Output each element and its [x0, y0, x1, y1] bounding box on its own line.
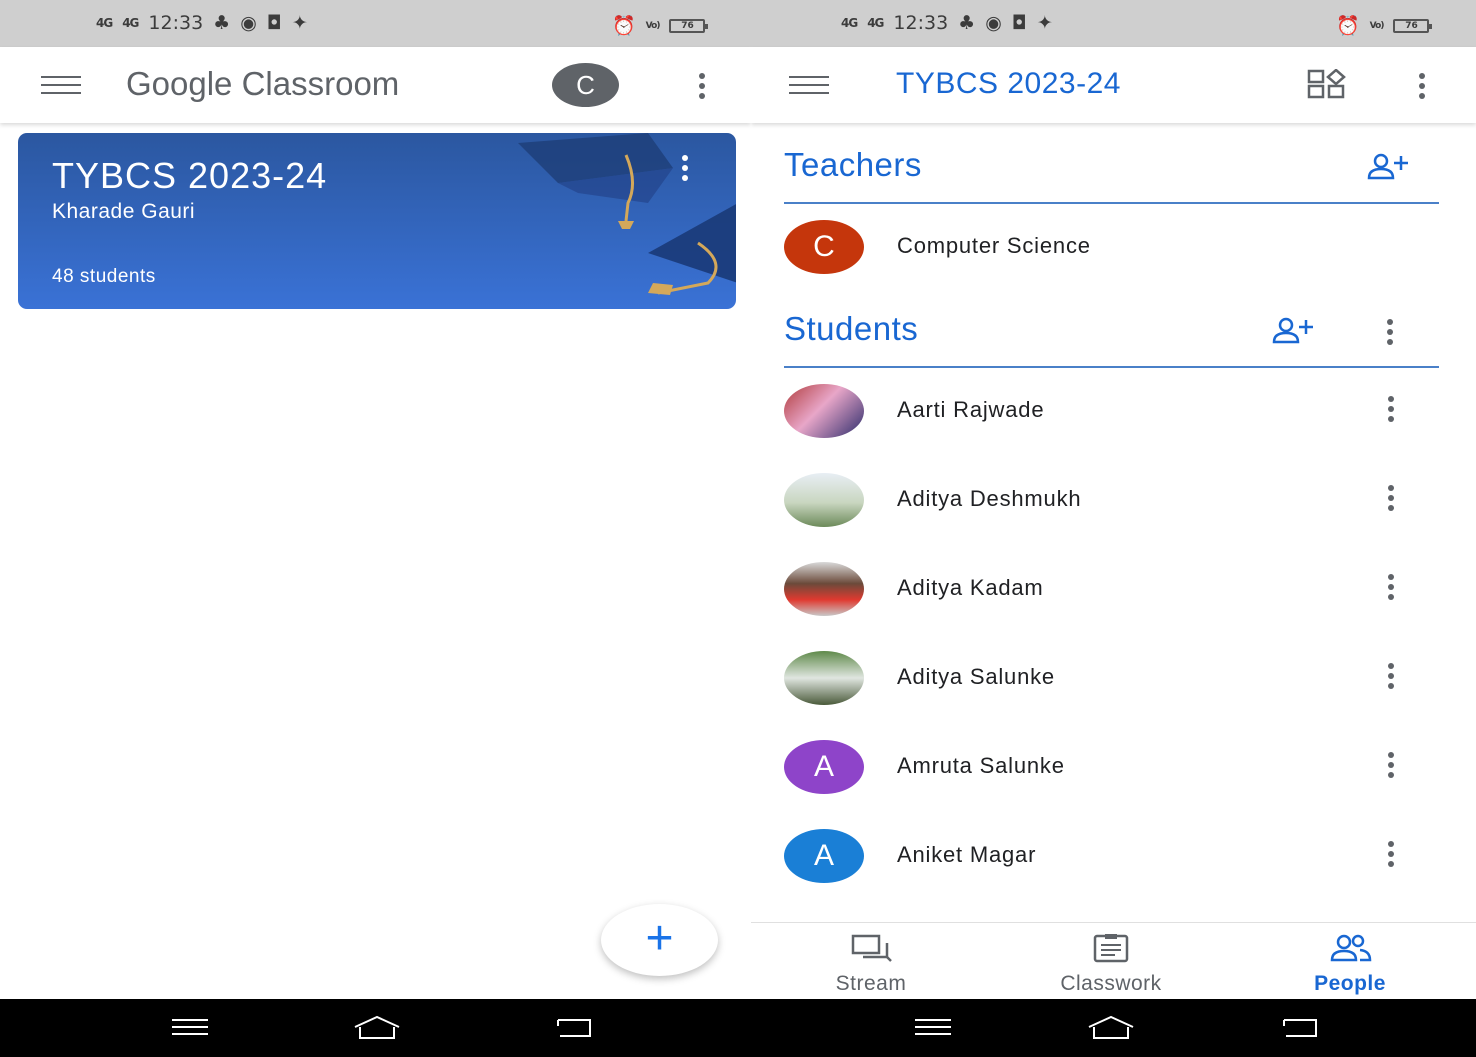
- instagram-icon: ◘: [266, 12, 282, 34]
- graduation-cap-illustration: [518, 133, 736, 295]
- nav-classwork[interactable]: Classwork: [1031, 933, 1191, 996]
- student-photo-avatar: [784, 384, 864, 438]
- battery-icon: 76: [669, 18, 709, 33]
- status-time: 12:33: [893, 12, 949, 34]
- class-dashboard-icon[interactable]: [1307, 69, 1347, 99]
- nav-people-label: People: [1314, 972, 1386, 995]
- student-photo-avatar: [784, 651, 864, 705]
- nav-people[interactable]: People: [1270, 933, 1430, 996]
- classroom-home-screen: 4G 4G 12:33 ♣ ◉ ◘ ✦ ⏰ Vo) 76 Google Clas…: [0, 0, 751, 1057]
- student-row[interactable]: A Aniket Magar: [784, 827, 1404, 887]
- class-card-student-count: 48 students: [52, 266, 156, 287]
- students-divider: [784, 366, 1439, 368]
- student-name: Aarti Rajwade: [897, 397, 1045, 422]
- stream-icon: [851, 934, 892, 962]
- system-home-icon[interactable]: [1086, 1015, 1136, 1041]
- menu-icon[interactable]: [41, 76, 81, 94]
- system-navigation-bar: [751, 999, 1476, 1057]
- twitter-icon: ✦: [291, 12, 308, 34]
- alarm-icon: ⏰: [612, 15, 636, 37]
- snapchat-icon: ♣: [213, 12, 231, 34]
- signal-icon: 4G: [841, 16, 858, 30]
- more-options-icon[interactable]: [698, 73, 706, 99]
- class-card-title: TYBCS 2023-24: [52, 155, 328, 196]
- more-options-icon[interactable]: [1418, 73, 1426, 99]
- students-heading: Students: [784, 310, 919, 347]
- student-more-icon[interactable]: [1387, 396, 1395, 422]
- student-row[interactable]: Aditya Kadam: [784, 560, 1404, 620]
- bottom-navigation: Stream Classwork People: [751, 922, 1476, 999]
- nav-stream-label: Stream: [835, 972, 907, 995]
- status-right: ⏰ Vo) 76: [1336, 14, 1433, 37]
- teacher-row[interactable]: C Computer Science: [784, 218, 1404, 278]
- nav-stream[interactable]: Stream: [791, 933, 951, 996]
- top-app-bar: TYBCS 2023-24: [751, 47, 1476, 123]
- invite-teacher-icon[interactable]: [1365, 152, 1413, 182]
- add-class-button[interactable]: +: [601, 904, 718, 976]
- status-bar: 4G 4G 12:33 ♣ ◉ ◘ ✦ ⏰ Vo) 76: [751, 0, 1476, 47]
- student-name: Aditya Kadam: [897, 575, 1044, 600]
- classwork-icon: [1093, 934, 1129, 963]
- student-row[interactable]: Aditya Deshmukh: [784, 471, 1404, 531]
- signal-icon: 4G: [96, 16, 113, 30]
- snapchat-icon: ♣: [958, 12, 976, 34]
- system-home-icon[interactable]: [352, 1015, 402, 1041]
- student-name: Aditya Salunke: [897, 664, 1055, 689]
- app-title: Google Classroom: [126, 65, 399, 103]
- student-name: Aditya Deshmukh: [897, 486, 1082, 511]
- student-more-icon[interactable]: [1387, 841, 1395, 867]
- invite-student-icon[interactable]: [1270, 316, 1318, 346]
- battery-icon: 76: [1393, 18, 1433, 33]
- class-people-screen: 4G 4G 12:33 ♣ ◉ ◘ ✦ ⏰ Vo) 76 TYBCS 2023-…: [751, 0, 1476, 1057]
- whatsapp-icon: ◉: [985, 12, 1002, 34]
- system-menu-icon[interactable]: [915, 1015, 951, 1039]
- class-card-teacher: Kharade Gauri: [52, 200, 196, 223]
- teachers-divider: [784, 202, 1439, 204]
- app-title-google: Google: [126, 65, 233, 102]
- student-more-icon[interactable]: [1387, 752, 1395, 778]
- signal-icon: 4G: [122, 16, 139, 30]
- student-row[interactable]: Aditya Salunke: [784, 649, 1404, 709]
- nav-classwork-label: Classwork: [1060, 972, 1162, 995]
- status-bar: 4G 4G 12:33 ♣ ◉ ◘ ✦ ⏰ Vo) 76: [0, 0, 751, 47]
- class-title: TYBCS 2023-24: [896, 67, 1121, 100]
- student-more-icon[interactable]: [1387, 485, 1395, 511]
- status-right: ⏰ Vo) 76: [612, 14, 709, 37]
- teacher-avatar: C: [784, 220, 864, 274]
- alarm-icon: ⏰: [1336, 15, 1360, 37]
- account-avatar[interactable]: C: [552, 63, 619, 107]
- status-time: 12:33: [148, 12, 204, 34]
- twitter-icon: ✦: [1036, 12, 1053, 34]
- app-title-classroom: Classroom: [241, 65, 400, 102]
- system-back-icon[interactable]: [556, 1015, 592, 1039]
- system-navigation-bar: [0, 999, 751, 1057]
- student-name: Aniket Magar: [897, 842, 1037, 867]
- student-row[interactable]: Aarti Rajwade: [784, 382, 1404, 442]
- student-row[interactable]: A Amruta Salunke: [784, 738, 1404, 798]
- student-photo-avatar: [784, 562, 864, 616]
- class-card-more-icon[interactable]: [681, 155, 689, 181]
- student-more-icon[interactable]: [1387, 574, 1395, 600]
- menu-icon[interactable]: [789, 76, 829, 94]
- signal-icon: 4G: [867, 16, 884, 30]
- whatsapp-icon: ◉: [240, 12, 257, 34]
- people-icon: [1330, 934, 1372, 962]
- student-initial-avatar: A: [784, 829, 864, 883]
- student-initial-avatar: A: [784, 740, 864, 794]
- teachers-heading: Teachers: [784, 146, 922, 183]
- teacher-name: Computer Science: [897, 233, 1091, 258]
- system-menu-icon[interactable]: [172, 1015, 208, 1039]
- volte-icon: Vo): [645, 20, 661, 31]
- status-left: 4G 4G 12:33 ♣ ◉ ◘ ✦: [841, 12, 1053, 34]
- top-app-bar: Google Classroom C: [0, 47, 751, 123]
- instagram-icon: ◘: [1011, 12, 1027, 34]
- student-name: Amruta Salunke: [897, 753, 1065, 778]
- class-card[interactable]: TYBCS 2023-24 Kharade Gauri 48 students: [18, 133, 736, 309]
- students-more-icon[interactable]: [1386, 319, 1394, 345]
- status-left: 4G 4G 12:33 ♣ ◉ ◘ ✦: [96, 12, 308, 34]
- student-photo-avatar: [784, 473, 864, 527]
- student-more-icon[interactable]: [1387, 663, 1395, 689]
- volte-icon: Vo): [1369, 20, 1385, 31]
- system-back-icon[interactable]: [1282, 1015, 1318, 1039]
